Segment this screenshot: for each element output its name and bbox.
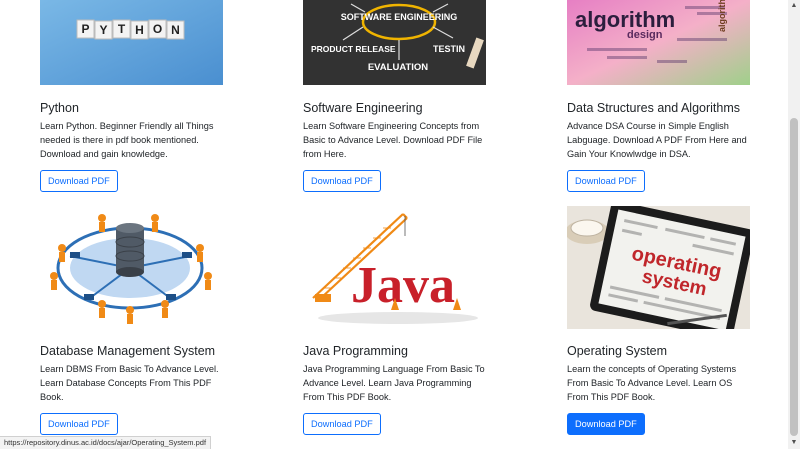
svg-text:algorithm: algorithm <box>717 0 727 32</box>
course-card-software-engineering: SOFTWARE ENGINEERING PRODUCT RELEASE TES… <box>303 0 486 200</box>
se-center-text: SOFTWARE ENGINEERING <box>341 12 458 22</box>
scroll-down-arrow-icon[interactable]: ▼ <box>788 437 800 449</box>
dsa-sub-text: design <box>627 29 663 41</box>
dbms-cover-image <box>40 206 223 329</box>
download-pdf-button-java[interactable]: Download PDF <box>303 413 381 435</box>
download-pdf-button-dbms[interactable]: Download PDF <box>40 413 118 435</box>
course-description: Advance DSA Course in Simple English Lab… <box>567 121 747 159</box>
course-description: Learn Python. Beginner Friendly all Thin… <box>40 121 214 159</box>
operating-system-cover-image: operating system <box>567 206 750 329</box>
course-description: Learn DBMS From Basic To Advance Level. … <box>40 364 219 402</box>
scrollbar-thumb[interactable] <box>790 118 798 436</box>
course-card-dsa: algorithm design algorithm Data Structur… <box>567 0 750 200</box>
scroll-up-arrow-icon[interactable]: ▲ <box>788 0 800 12</box>
course-card-java: Java Java Programming Java Programming L… <box>303 206 486 436</box>
python-tile-letter: O <box>153 22 162 36</box>
se-bottom-text: EVALUATION <box>368 62 428 73</box>
course-card-dbms: Database Management System Learn DBMS Fr… <box>40 206 223 436</box>
course-title: Operating System <box>567 344 668 358</box>
python-tile-letter: N <box>171 23 180 37</box>
course-title: Software Engineering <box>303 101 423 115</box>
course-description: Learn Software Engineering Concepts from… <box>303 121 483 159</box>
python-tile-letter: T <box>118 22 126 36</box>
dsa-cover-image: algorithm design algorithm <box>567 0 750 85</box>
python-cover-image: PYTHON <box>40 0 223 85</box>
se-left-text: PRODUCT RELEASE <box>311 44 396 54</box>
course-title: Database Management System <box>40 344 216 358</box>
download-pdf-button-python[interactable]: Download PDF <box>40 170 118 192</box>
vertical-scrollbar[interactable]: ▲ ▼ <box>788 0 800 449</box>
python-tile-letter: H <box>135 23 144 37</box>
course-title: Data Structures and Algorithms <box>567 101 740 115</box>
course-description: Learn the concepts of Operating Systems … <box>567 364 737 402</box>
download-pdf-button-dsa[interactable]: Download PDF <box>567 170 645 192</box>
course-grid: PYTHON Python Learn Python. Beginner Fri… <box>0 0 788 449</box>
course-card-operating-system: operating system Operating System Learn … <box>567 206 750 436</box>
download-pdf-button-software-engineering[interactable]: Download PDF <box>303 170 381 192</box>
course-title: Python <box>40 101 79 115</box>
java-logo-text: Java <box>351 257 455 314</box>
software-engineering-cover-image: SOFTWARE ENGINEERING PRODUCT RELEASE TES… <box>303 0 486 85</box>
course-title: Java Programming <box>303 344 408 358</box>
link-status-bar: https://repository.dinus.ac.id/docs/ajar… <box>0 436 212 449</box>
python-tile-letter: Y <box>99 23 107 37</box>
download-pdf-button-operating-system[interactable]: Download PDF <box>567 413 645 435</box>
course-card-python: PYTHON Python Learn Python. Beginner Fri… <box>40 0 223 200</box>
python-tile-letter: P <box>81 22 89 36</box>
se-right-text: TESTIN <box>433 44 465 54</box>
java-cover-image: Java <box>303 206 486 329</box>
course-description: Java Programming Language From Basic To … <box>303 364 485 402</box>
